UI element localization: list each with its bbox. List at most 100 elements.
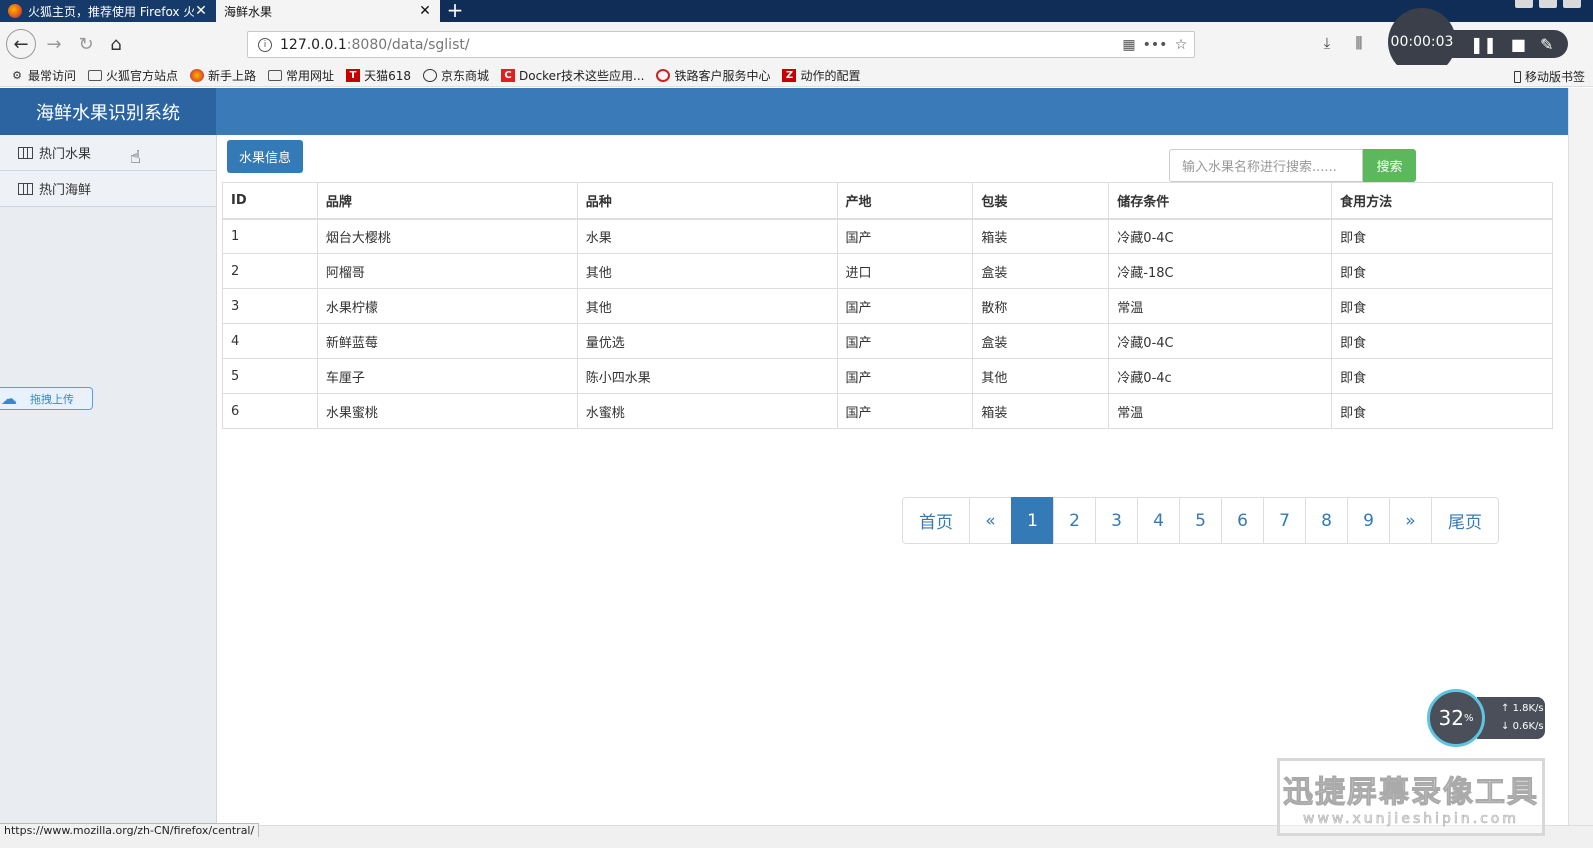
table-cell: 箱装 — [972, 393, 1110, 429]
bookmark-item[interactable]: T 天猫618 — [346, 67, 411, 84]
upload-label: 拖拽上传 — [30, 392, 74, 406]
table-cell: 即食 — [1331, 288, 1553, 324]
firefox-icon — [8, 4, 22, 18]
close-window-button[interactable] — [1563, 0, 1581, 8]
url-text[interactable]: 127.0.0.1:8080/data/sglist/ — [280, 37, 1116, 53]
download-icon[interactable]: ⤓ — [1316, 32, 1338, 54]
tmall-icon: T — [346, 69, 361, 82]
arrow-left-icon: ← — [13, 33, 29, 55]
table-row[interactable]: 2 阿榴哥 其他 进口 盒装 冷藏-18C 即食 — [222, 253, 1553, 289]
page-button[interactable]: 9 — [1347, 497, 1390, 544]
column-header[interactable]: 品牌 — [316, 182, 578, 220]
prev-page-button[interactable]: « — [969, 497, 1012, 544]
table-row[interactable]: 3 水果柠檬 其他 国产 散称 常温 即食 — [222, 288, 1553, 324]
mobile-bookmarks[interactable]: 移动版书签 — [1513, 68, 1585, 85]
railway-icon — [656, 69, 671, 82]
close-icon[interactable]: ✕ — [418, 3, 432, 19]
sidebar-item-hot-fruit[interactable]: 热门水果 — [0, 135, 216, 171]
page-button[interactable]: 3 — [1095, 497, 1138, 544]
page-button[interactable]: 4 — [1137, 497, 1180, 544]
table-row[interactable]: 5 车厘子 陈小四水果 国产 其他 冷藏0-4c 即食 — [222, 358, 1553, 394]
table-cell: 国产 — [836, 358, 974, 394]
close-icon[interactable]: ✕ — [194, 3, 208, 19]
search-button[interactable]: 搜索 — [1363, 149, 1416, 182]
network-monitor: ↑ 1.8K/s ↓ 0.6K/s 32% — [1427, 689, 1547, 749]
table-cell: 其他 — [576, 288, 838, 324]
tab-seafood-fruit[interactable]: 海鲜水果 ✕ — [216, 0, 440, 22]
page-button[interactable]: 1 — [1011, 497, 1054, 544]
back-button[interactable]: ← — [6, 29, 36, 59]
table-cell: 国产 — [836, 323, 974, 359]
minimize-button[interactable] — [1515, 0, 1533, 8]
bookmark-item[interactable]: 铁路客户服务中心 — [656, 67, 770, 84]
bookmark-item[interactable]: 新手上路 — [190, 67, 256, 84]
table-cell: 冷藏-18C — [1108, 253, 1333, 289]
qr-code-icon[interactable]: ▦ — [1116, 37, 1142, 53]
new-tab-button[interactable]: + — [440, 0, 470, 22]
bookmark-item[interactable]: 京东商城 — [422, 67, 489, 84]
page-button[interactable]: 6 — [1221, 497, 1264, 544]
bookmark-item[interactable]: ⚙ 最常访问 — [10, 67, 76, 84]
column-header[interactable]: 食用方法 — [1331, 182, 1553, 220]
watermark-title: 迅捷屏幕录像工具 — [1283, 775, 1539, 811]
table-cell: 冷藏0-4c — [1108, 358, 1333, 394]
stop-icon[interactable]: ■ — [1511, 35, 1526, 54]
star-icon[interactable]: ☆ — [1168, 37, 1194, 53]
table-cell: 烟台大樱桃 — [316, 218, 578, 254]
pause-icon[interactable]: ❚❚ — [1470, 35, 1497, 54]
maximize-button[interactable] — [1539, 0, 1557, 8]
column-header[interactable]: ID — [222, 182, 318, 220]
table-row[interactable]: 1 烟台大樱桃 水果 国产 箱装 冷藏0-4C 即食 — [222, 218, 1553, 254]
bookmark-item[interactable]: C Docker技术这些应用... — [500, 67, 645, 84]
table-cell: 3 — [222, 288, 318, 324]
more-icon[interactable]: ••• — [1142, 37, 1168, 53]
column-header[interactable]: 品种 — [576, 182, 838, 220]
arrow-down-icon: ↓ — [1501, 721, 1513, 732]
page-button[interactable]: 7 — [1263, 497, 1306, 544]
bookmark-label: 新手上路 — [208, 69, 257, 83]
info-icon[interactable]: i — [258, 37, 272, 52]
bookmark-item[interactable]: 常用网址 — [268, 67, 334, 84]
table-row[interactable]: 6 水果蜜桃 水蜜桃 国产 箱装 常温 即食 — [222, 393, 1553, 429]
column-header[interactable]: 包装 — [972, 182, 1110, 220]
library-icon[interactable]: ⫼ — [1348, 32, 1370, 54]
table-cell: 即食 — [1331, 218, 1553, 254]
baidu-cloud-icon: ☁ — [1, 389, 17, 408]
fruit-info-button[interactable]: 水果信息 — [227, 140, 304, 173]
firefox-icon — [190, 69, 205, 82]
address-bar[interactable]: i 127.0.0.1:8080/data/sglist/ ▦ ••• ☆ — [247, 31, 1195, 58]
vertical-scrollbar[interactable] — [1568, 88, 1593, 825]
table-row[interactable]: 4 新鲜蓝莓 量优选 国产 盒装 冷藏0-4C 即食 — [222, 323, 1553, 359]
home-button[interactable]: ⌂ — [102, 30, 130, 58]
bookmark-item[interactable]: Z 动作的配置 — [782, 67, 860, 84]
app-title[interactable]: 海鲜水果识别系统 — [0, 88, 216, 135]
reload-icon: ↻ — [78, 33, 94, 55]
page-button[interactable]: 2 — [1053, 497, 1096, 544]
bookmark-item[interactable]: 火狐官方站点 — [88, 67, 178, 84]
page-button[interactable]: 5 — [1179, 497, 1222, 544]
first-page-button[interactable]: 首页 — [902, 497, 970, 544]
tab-label: 火狐主页，推荐使用 Firefox 火 — [28, 4, 194, 19]
table-cell: 即食 — [1331, 393, 1553, 429]
pen-icon[interactable]: ✎ — [1540, 35, 1553, 54]
sidebar-item-hot-seafood[interactable]: 热门海鲜 — [0, 171, 216, 207]
next-page-button[interactable]: » — [1389, 497, 1432, 544]
bookmark-label: Docker技术这些应用... — [518, 69, 645, 83]
tab-firefox-home[interactable]: 火狐主页，推荐使用 Firefox 火 ✕ — [0, 0, 216, 22]
table-cell: 4 — [222, 323, 318, 359]
column-header[interactable]: 产地 — [836, 182, 974, 220]
table-cell: 盒装 — [972, 253, 1110, 289]
bookmark-label: 常用网址 — [286, 69, 335, 83]
search-input[interactable]: 输入水果名称进行搜索...... — [1169, 149, 1363, 182]
main-content: 水果信息 输入水果名称进行搜索...... 搜索 ID 品牌 品种 产地 包装 储存条件食… — [221, 135, 1554, 825]
page-button[interactable]: 8 — [1305, 497, 1348, 544]
forward-button[interactable]: → — [40, 30, 68, 58]
hand-cursor-icon: ☝ — [130, 147, 141, 168]
last-page-button[interactable]: 尾页 — [1431, 497, 1499, 544]
table-cell: 水果蜜桃 — [316, 393, 578, 429]
drag-upload-button[interactable]: ☁ 拖拽上传 — [0, 387, 93, 410]
table-cell: 国产 — [836, 288, 974, 324]
column-header[interactable]: 储存条件 — [1108, 182, 1333, 220]
reload-button[interactable]: ↻ — [72, 30, 100, 58]
table-cell: 6 — [222, 393, 318, 429]
